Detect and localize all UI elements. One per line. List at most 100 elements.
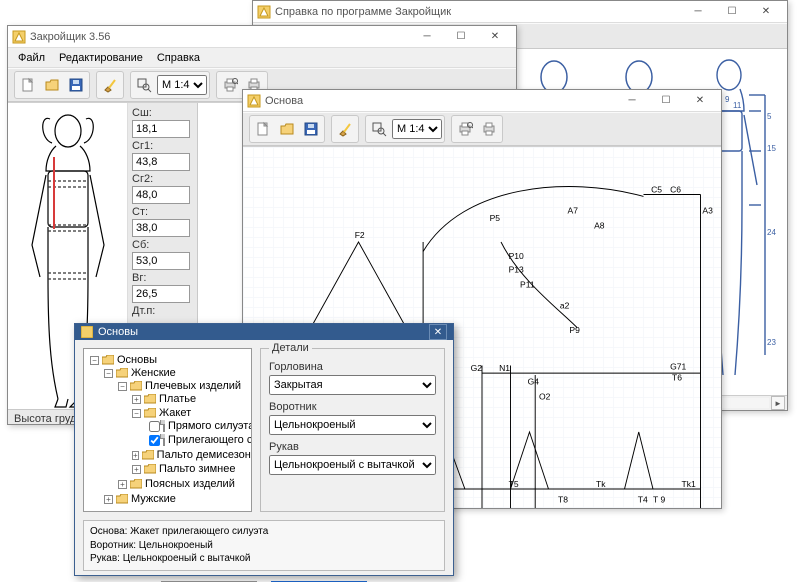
maximize-button[interactable]: ☐ <box>715 2 749 22</box>
measure-label: 9 <box>725 95 730 104</box>
info-line: Рукав: Цельнокроеный с вытачкой <box>90 552 438 566</box>
menu-file[interactable]: Файл <box>12 50 51 66</box>
tree-root[interactable]: Основы <box>117 354 157 366</box>
meas-input-ssh[interactable] <box>132 120 190 138</box>
minimize-button[interactable]: ─ <box>410 27 444 47</box>
scale-select[interactable]: M 1:4 <box>392 119 442 139</box>
open-file-icon[interactable] <box>41 74 63 96</box>
collar-select[interactable]: Цельнокроеный <box>269 415 436 435</box>
close-button[interactable]: ✕ <box>478 27 512 47</box>
zoom-region-icon[interactable] <box>368 118 390 140</box>
app-icon <box>81 326 93 338</box>
tree-waist[interactable]: Поясных изделий <box>145 478 235 490</box>
meas-label: Сг1: <box>132 140 193 152</box>
tree-coat-demi[interactable]: Пальто демисезонное <box>157 449 252 461</box>
svg-text:Tk: Tk <box>596 479 606 489</box>
svg-text:P5: P5 <box>490 213 501 223</box>
close-button[interactable]: ✕ <box>429 324 447 340</box>
dialog-titlebar[interactable]: Основы ✕ <box>75 324 453 340</box>
meas-input-vg[interactable] <box>132 285 190 303</box>
meas-label: Ст: <box>132 206 193 218</box>
svg-text:A7: A7 <box>568 206 579 216</box>
meas-label: Сш: <box>132 107 193 119</box>
pattern-title: Основа <box>265 95 615 107</box>
folder-open-icon <box>116 368 128 378</box>
menu-help[interactable]: Справка <box>151 50 206 66</box>
tree-male[interactable]: Мужские <box>131 493 176 505</box>
svg-text:a2: a2 <box>560 301 570 311</box>
svg-text:P9: P9 <box>569 325 580 335</box>
main-title: Закройщик 3.56 <box>30 31 410 43</box>
close-button[interactable]: ✕ <box>683 91 717 111</box>
tree-check-fitted[interactable] <box>149 435 160 446</box>
tree-straight[interactable]: Прямого силуэта <box>168 420 252 432</box>
maximize-button[interactable]: ☐ <box>649 91 683 111</box>
meas-input-sb[interactable] <box>132 252 190 270</box>
info-line: Воротник: Цельнокроеный <box>90 539 438 553</box>
tree-fitted[interactable]: Прилегающего силуэта <box>168 434 252 446</box>
svg-text:G4: G4 <box>528 377 540 387</box>
svg-text:A3: A3 <box>702 206 713 216</box>
folder-open-icon <box>130 381 142 391</box>
print-preview-icon[interactable] <box>454 118 476 140</box>
open-file-icon[interactable] <box>276 118 298 140</box>
svg-text:G71: G71 <box>670 361 686 371</box>
app-icon <box>247 94 261 108</box>
details-group: Детали Горловина Закрытая Воротник Цельн… <box>260 348 445 512</box>
measure-label: 24 <box>767 228 776 237</box>
brush-icon[interactable] <box>99 74 121 96</box>
tree-check-straight[interactable] <box>149 421 160 432</box>
maximize-button[interactable]: ☐ <box>444 27 478 47</box>
svg-text:T4: T4 <box>638 494 648 504</box>
measure-label: 5 <box>767 112 772 121</box>
dialog-buttons: Выбрать Отменить <box>75 571 453 582</box>
brush-icon[interactable] <box>334 118 356 140</box>
svg-text:G2: G2 <box>471 363 483 373</box>
svg-text:T6: T6 <box>672 373 682 383</box>
zoom-region-icon[interactable] <box>133 74 155 96</box>
neck-select[interactable]: Закрытая <box>269 375 436 395</box>
print-preview-icon[interactable] <box>219 74 241 96</box>
dialog-info: Основа: Жакет прилегающего силуэта Ворот… <box>83 520 445 571</box>
close-button[interactable]: ✕ <box>749 2 783 22</box>
details-legend: Детали <box>269 342 312 354</box>
measure-label: 11 <box>733 101 742 110</box>
save-file-icon[interactable] <box>300 118 322 140</box>
tree-shoulder[interactable]: Плечевых изделий <box>145 380 241 392</box>
print-icon[interactable] <box>478 118 500 140</box>
minimize-button[interactable]: ─ <box>681 2 715 22</box>
svg-text:P10: P10 <box>509 251 524 261</box>
help-titlebar[interactable]: Справка по программе Закройщик ─ ☐ ✕ <box>253 1 787 23</box>
pattern-titlebar[interactable]: Основа ─ ☐ ✕ <box>243 90 721 112</box>
neck-label: Горловина <box>269 361 436 373</box>
svg-text:F2: F2 <box>355 230 365 240</box>
scale-select[interactable]: M 1:4 <box>157 75 207 95</box>
main-titlebar[interactable]: Закройщик 3.56 ─ ☐ ✕ <box>8 26 516 48</box>
meas-label: Сг2: <box>132 173 193 185</box>
svg-text:T8: T8 <box>558 494 568 504</box>
svg-text:N1: N1 <box>499 363 510 373</box>
meas-label: Дт.п: <box>132 305 193 317</box>
tree-dress[interactable]: Платье <box>159 393 196 405</box>
new-file-icon[interactable] <box>252 118 274 140</box>
measure-label: 15 <box>767 144 776 153</box>
tree-jacket[interactable]: Жакет <box>159 407 191 419</box>
new-file-icon[interactable] <box>17 74 39 96</box>
tree-view[interactable]: − Основы − Женские − Плечевых изделий <box>83 348 252 512</box>
menubar[interactable]: Файл Редактирование Справка <box>8 48 516 68</box>
minimize-button[interactable]: ─ <box>615 91 649 111</box>
dialog-title: Основы <box>98 326 138 338</box>
tree-female[interactable]: Женские <box>131 367 176 379</box>
help-title: Справка по программе Закройщик <box>275 6 681 18</box>
scroll-right-icon[interactable]: ► <box>771 396 785 410</box>
menu-edit[interactable]: Редактирование <box>53 50 149 66</box>
sleeve-select[interactable]: Цельнокроеный с вытачкой <box>269 455 436 475</box>
meas-input-sg1[interactable] <box>132 153 190 171</box>
meas-input-sg2[interactable] <box>132 186 190 204</box>
save-file-icon[interactable] <box>65 74 87 96</box>
sleeve-label: Рукав <box>269 441 436 453</box>
folder-open-icon <box>144 408 156 418</box>
tree-coat-winter[interactable]: Пальто зимнее <box>159 463 235 475</box>
svg-text:Tk1: Tk1 <box>682 479 696 489</box>
meas-input-st[interactable] <box>132 219 190 237</box>
